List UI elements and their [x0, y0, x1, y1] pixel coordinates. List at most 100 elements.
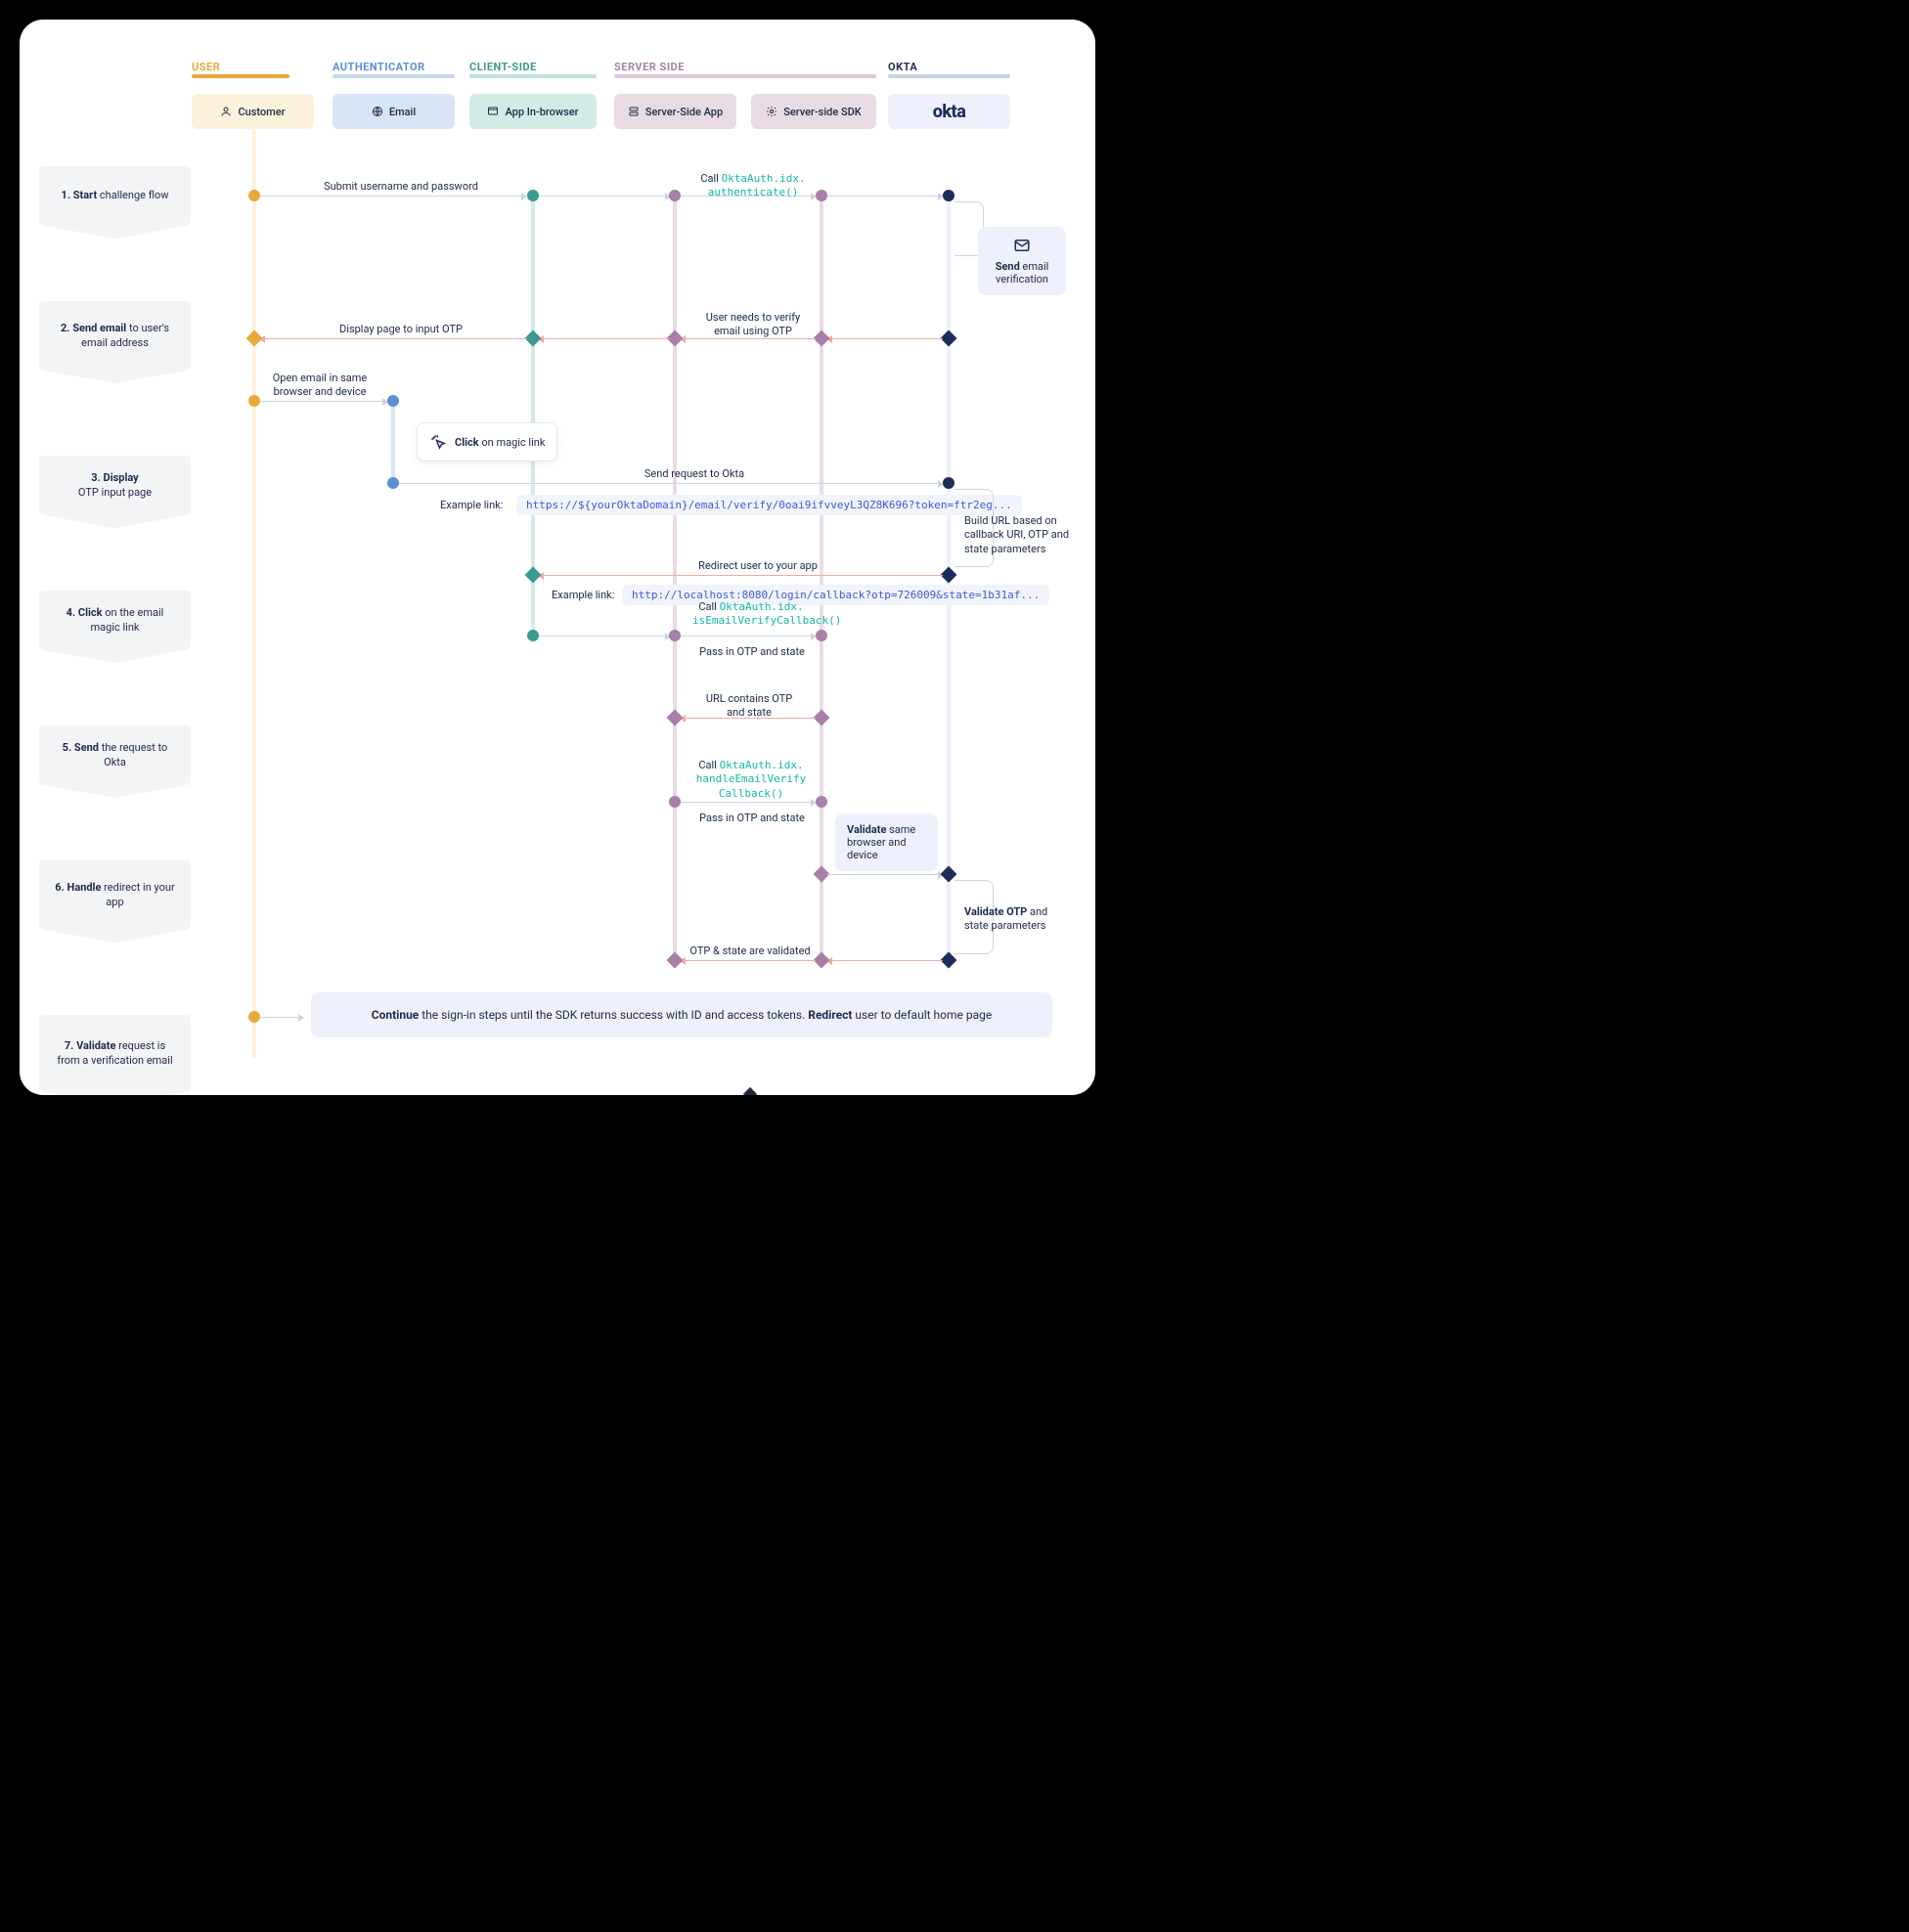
arr-okta-sdk-3	[827, 338, 943, 339]
life-serversdk	[820, 196, 823, 968]
person-icon	[220, 106, 232, 117]
label-call3: Call OktaAuth.idx. handleEmailVerify Cal…	[692, 759, 810, 801]
dot-client-1	[527, 190, 539, 201]
arr-app-sdk-8	[681, 802, 816, 803]
label-ex2: Example link:	[552, 589, 614, 602]
gear-icon	[766, 106, 777, 117]
label-passin1: Pass in OTP and state	[698, 645, 806, 659]
dot-sdk-8	[816, 796, 827, 808]
arr-app-client-3	[539, 338, 670, 339]
lane-server-title: SERVER SIDE	[614, 61, 685, 73]
lane-auth-box-label: Email	[389, 106, 416, 118]
arr-app-sdk-7	[681, 636, 816, 637]
label-validateotp: Validate OTP and state parameters	[964, 905, 1072, 934]
mail-icon	[1012, 237, 1032, 254]
d-okta-3	[941, 330, 957, 347]
step-4: 4. Click on the email magic link	[39, 591, 191, 649]
step-1: 1. Start challenge flow	[39, 166, 191, 225]
lane-server-bar	[614, 74, 876, 78]
step-3: 3. Display OTP input page	[39, 456, 191, 514]
arr-okta-client-6	[539, 575, 943, 576]
life-auth	[391, 397, 395, 487]
lane-auth-bar	[333, 74, 455, 78]
lane-auth-box: Email	[333, 94, 455, 129]
step-2: 2. Send email to user's email address	[39, 301, 191, 370]
d-sdk-9	[814, 952, 830, 969]
step-5: 5. Send the request to Okta	[39, 725, 191, 784]
globe-icon	[372, 106, 383, 117]
label-otpvalidated: OTP & state are validated	[687, 944, 814, 958]
life-serverapp	[673, 196, 677, 968]
arr-client-app-7	[539, 636, 670, 637]
arr-client-user-3	[260, 338, 527, 339]
step-7: 7. Validate request is from a verificati…	[39, 1015, 191, 1091]
lane-client-box-label: App In-browser	[505, 106, 578, 118]
dot-auth-4	[387, 395, 399, 407]
dot-sdk-7	[816, 630, 827, 641]
dot-serversdk-1	[816, 190, 827, 201]
okta-logo: okta	[933, 102, 966, 122]
dot-app-8	[669, 796, 681, 808]
d-user-3	[246, 330, 263, 347]
lane-auth-title: AUTHENTICATOR	[333, 61, 425, 73]
arrow-client-server	[539, 196, 670, 197]
dot-user-4	[248, 395, 260, 407]
label-verifyotp: User needs to verify email using OTP	[694, 311, 812, 339]
label-displayotp: Display page to input OTP	[323, 323, 479, 336]
window-icon	[487, 106, 499, 117]
callout-send-email: Send email verification	[978, 227, 1066, 295]
d-app-7b	[667, 710, 684, 726]
arr-okta-sdk-9	[827, 960, 943, 961]
label-passin2: Pass in OTP and state	[698, 812, 806, 825]
arr-auth-okta-5	[399, 483, 943, 484]
lane-okta-title: OKTA	[888, 61, 917, 73]
label-redirect: Redirect user to your app	[685, 559, 831, 573]
life-user	[252, 129, 256, 1058]
label-call2: Call OktaAuth.idx. isEmailVerifyCallback…	[692, 600, 810, 629]
codebox-ex2: http://localhost:8080/login/callback?otp…	[622, 585, 1049, 605]
dot-user-9	[248, 1011, 260, 1023]
arr-sdk-okta-8	[827, 874, 943, 875]
lane-user-box-label: Customer	[238, 106, 285, 118]
lane-client-box: App In-browser	[469, 94, 597, 129]
server-icon	[628, 106, 640, 117]
label-ex1: Example link:	[440, 499, 503, 512]
dot-auth-5	[387, 477, 399, 489]
label-call1: Call OktaAuth.idx. authenticate()	[699, 172, 807, 200]
arrow-sdk-okta	[827, 196, 943, 197]
arrow-submit	[260, 196, 526, 197]
d-okta-9	[941, 952, 957, 969]
d-app-9	[667, 952, 684, 969]
lane-serverapp-box: Server-Side App	[614, 94, 736, 129]
lane-user-title: USER	[192, 61, 220, 73]
d-okta-6	[941, 567, 957, 584]
lane-serversdk-box: Server-side SDK	[751, 94, 876, 129]
dot-app-7	[669, 630, 681, 641]
dot-serverapp-1	[669, 190, 681, 201]
dot-okta-1	[943, 190, 954, 201]
dot-okta-5	[943, 477, 954, 489]
label-submit: Submit username and password	[313, 180, 489, 194]
d-sdk-3	[814, 330, 830, 347]
step-6: 6. Handle redirect in your app	[39, 860, 191, 929]
label-openemail: Open email in same browser and device	[266, 372, 374, 400]
callout-click-magic: Click on magic link	[417, 422, 557, 461]
lane-serversdk-box-label: Server-side SDK	[783, 106, 862, 118]
d-sdk-7b	[814, 710, 830, 726]
label-sendreq: Send request to Okta	[626, 467, 763, 481]
label-urlcontains: URL contains OTP and state	[700, 692, 798, 721]
callout-validate-same: Validate same browser and device	[835, 813, 938, 871]
lane-user-box: Customer	[192, 94, 314, 129]
lane-client-bar	[469, 74, 597, 78]
diagram-canvas: USER AUTHENTICATOR CLIENT-SIDE SERVER SI…	[20, 20, 1095, 1095]
arr-user-banner	[260, 1017, 303, 1018]
d-client-3	[525, 330, 542, 347]
label-buildurl: Build URL based on callback URI, OTP and…	[964, 514, 1082, 556]
codebox-ex1: https://${yourOktaDomain}/email/verify/0…	[516, 495, 1022, 515]
lane-client-title: CLIENT-SIDE	[469, 61, 537, 73]
dot-client-7	[527, 630, 539, 641]
arr-user-auth-4	[260, 401, 387, 402]
banner-complete: Continue the sign-in steps until the SDK…	[311, 992, 1052, 1037]
click-icon	[429, 433, 447, 451]
lane-user-bar	[192, 74, 289, 78]
